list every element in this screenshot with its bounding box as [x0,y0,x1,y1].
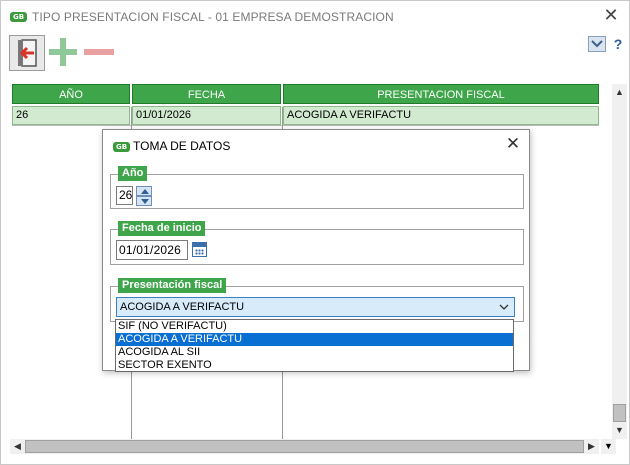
fiscal-select-value: ACOGIDA A VERIFACTU [120,301,245,313]
exit-door-icon [18,39,37,67]
year-label: Año [118,166,148,181]
year-input[interactable]: 26 [116,186,133,205]
exit-button[interactable] [9,35,45,71]
start-date-input[interactable]: 01/01/2026 [116,240,188,260]
dialog-title: TOMA DE DATOS [133,139,231,153]
vertical-scroll-thumb[interactable] [613,404,626,422]
fiscal-dropdown-list: SIF (NO VERIFACTU) ACOGIDA A VERIFACTU A… [115,319,514,372]
dropdown-option[interactable]: ACOGIDA AL SII [116,346,513,359]
dropdown-option[interactable]: SECTOR EXENTO [116,359,513,372]
calendar-icon[interactable] [192,242,207,257]
table-cell-date[interactable]: 01/01/2026 [132,106,281,125]
remove-button[interactable] [83,37,115,67]
column-header-date[interactable]: FECHA [132,84,281,104]
chevron-down-icon [499,298,509,316]
start-date-label: Fecha de inicio [118,221,206,236]
fiscal-group: Presentación fiscal ACOGIDA A VERIFACTU [110,278,524,322]
vertical-scrollbar[interactable]: ▲ ▼ [612,84,627,439]
year-increment-button[interactable] [136,186,152,196]
dropdown-option[interactable]: SIF (NO VERIFACTU) [116,320,513,333]
column-header-year[interactable]: AÑO [12,84,130,104]
horizontal-scrollbar[interactable]: ◀ ▶ [10,439,599,454]
year-decrement-button[interactable] [136,196,152,206]
plus-icon [49,38,77,66]
triangle-down-icon [141,199,149,204]
corner-scroll-down-button[interactable]: ▼ [601,439,616,454]
fiscal-label: Presentación fiscal [118,278,227,293]
table-cell-year[interactable]: 26 [12,106,130,125]
scroll-left-button[interactable]: ◀ [10,439,25,454]
dialog-logo-icon: GB [113,142,130,152]
minus-icon [84,49,114,55]
chevron-down-icon [591,40,603,48]
scroll-down-button[interactable]: ▼ [612,422,627,439]
table-cell-fiscal[interactable]: ACOGIDA A VERIFACTU [283,106,599,125]
calendar-icon-grid [195,249,204,255]
dialog-close-button[interactable]: ✕ [503,135,523,155]
toolbar: ? [1,31,629,73]
title-bar: GB TIPO PRESENTACION FISCAL - 01 EMPRESA… [1,1,629,31]
column-header-fiscal[interactable]: PRESENTACION FISCAL [283,84,599,104]
window-title: TIPO PRESENTACION FISCAL - 01 EMPRESA DE… [32,10,394,24]
fiscal-select[interactable]: ACOGIDA A VERIFACTU [116,297,515,317]
scroll-right-button[interactable]: ▶ [584,439,599,454]
calendar-icon-header [193,243,206,247]
horizontal-scroll-thumb[interactable] [25,440,584,453]
row-divider [12,125,599,126]
year-group: Año 26 [110,166,524,209]
window-close-button[interactable]: ✕ [601,7,621,27]
collapse-button[interactable] [588,36,606,52]
triangle-up-icon [141,189,149,194]
app-logo-icon: GB [10,12,27,22]
start-date-group: Fecha de inicio 01/01/2026 [110,221,524,265]
add-button[interactable] [48,37,78,67]
dropdown-option-selected[interactable]: ACOGIDA A VERIFACTU [116,333,513,346]
help-button[interactable]: ? [611,36,625,52]
scroll-up-button[interactable]: ▲ [612,84,627,101]
